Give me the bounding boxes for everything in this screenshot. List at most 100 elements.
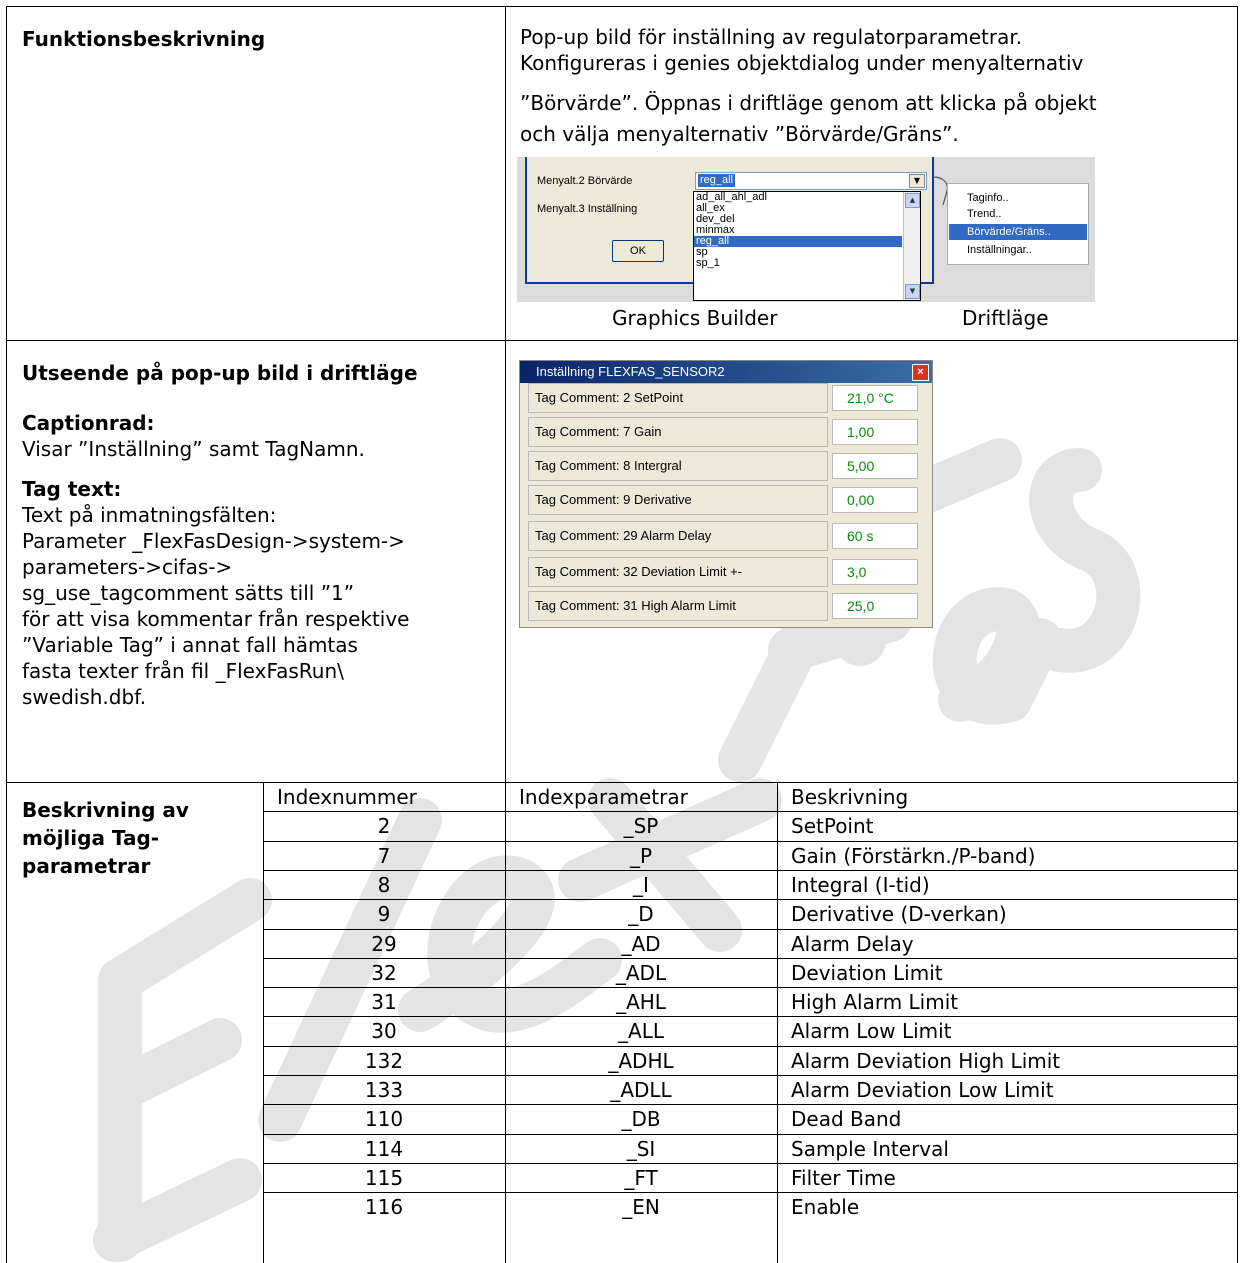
table-border-top <box>6 6 1238 7</box>
table-cell-parameter: _D <box>628 902 654 926</box>
param-label: Tag Comment: 32 Deviation Limit +- <box>528 557 828 587</box>
table-cell-index: 9 <box>377 902 391 926</box>
param-value-input[interactable]: 5,00 <box>832 453 918 479</box>
scroll-up-icon[interactable]: ▲ <box>905 193 920 208</box>
section-heading-beskrivning: parametrar <box>22 854 151 878</box>
table-cell-parameter: _AHL <box>616 990 666 1014</box>
document-page: Funktionsbeskrivning Pop-up bild för ins… <box>0 0 1243 1263</box>
table-cell-description: Alarm Deviation Low Limit <box>791 1078 1054 1102</box>
chevron-down-icon[interactable]: ▼ <box>909 174 925 188</box>
column-header-parameter: Indexparametrar <box>519 785 688 809</box>
close-icon[interactable]: × <box>912 364 929 381</box>
table-cell-description: SetPoint <box>791 814 874 838</box>
table-cell-index: 115 <box>364 1166 404 1190</box>
ok-button[interactable]: OK <box>612 240 664 262</box>
menu-item-installningar[interactable]: Inställningar.. <box>949 242 1087 258</box>
section-heading-beskrivning: möjliga Tag- <box>22 826 160 850</box>
row-divider-1 <box>6 340 1238 341</box>
table-cell-index: 32 <box>371 961 397 985</box>
combo-selected-value: reg_all <box>698 174 736 187</box>
scroll-down-icon[interactable]: ▼ <box>905 284 920 299</box>
table-cell-description: Deviation Limit <box>791 961 943 985</box>
table-cell-index: 8 <box>377 873 391 897</box>
table-cell-description: High Alarm Limit <box>791 990 959 1014</box>
list-item[interactable]: ad_all_ahl_adl <box>694 192 902 203</box>
table-cell-index: 116 <box>364 1195 404 1219</box>
param-row: Tag Comment: 32 Deviation Limit +- 3,0 <box>528 557 918 587</box>
table-cell-parameter: _DB <box>621 1107 661 1131</box>
installning-popup: Inställning FLEXFAS_SENSOR2 × Tag Commen… <box>519 360 933 628</box>
param-label: Tag Comment: 31 High Alarm Limit <box>528 591 828 621</box>
menyalt3-label: Menyalt.3 Inställning <box>537 203 638 215</box>
table-row-line <box>263 958 1237 959</box>
captionrad-heading: Captionrad: <box>22 411 155 435</box>
section-heading-funktion: Funktionsbeskrivning <box>22 27 266 51</box>
popup-title-bar[interactable]: Inställning FLEXFAS_SENSOR2 × <box>520 361 932 383</box>
table-cell-description: Filter Time <box>791 1166 896 1190</box>
list-item[interactable]: sp <box>694 247 902 258</box>
tagtext-line: parameters->cifas-> <box>22 555 233 579</box>
table-cell-index: 132 <box>364 1049 404 1073</box>
table-cell-parameter: _I <box>633 873 649 897</box>
desc-line: Konfigureras i genies objektdialog under… <box>520 51 1084 75</box>
dropdown-list[interactable]: ad_all_ahl_adl all_ex dev_del minmax reg… <box>693 191 921 301</box>
table-row-line <box>263 811 1237 812</box>
tagtext-line: för att visa kommentar från respektive <box>22 607 410 631</box>
table-cell-index: 2 <box>377 814 391 838</box>
table-cell-description: Dead Band <box>791 1107 902 1131</box>
param-value-input[interactable]: 60 s <box>832 523 918 549</box>
table-cell-parameter: _ADL <box>615 961 667 985</box>
table-cell-description: Alarm Low Limit <box>791 1019 952 1043</box>
table-row-line <box>263 1134 1237 1135</box>
param-value-input[interactable]: 25,0 <box>832 593 918 619</box>
caption-driftlage: Driftläge <box>962 306 1049 330</box>
captionrad-text: Visar ”Inställning” samt TagNamn. <box>22 437 365 461</box>
param-label: Tag Comment: 8 Intergral <box>528 451 828 481</box>
table-border-right <box>1237 6 1238 1263</box>
table-row-line <box>263 899 1237 900</box>
table-cell-index: 114 <box>364 1137 404 1161</box>
table-cell-parameter: _AD <box>621 932 661 956</box>
list-item-selected[interactable]: reg_all <box>694 236 902 247</box>
table-cell-description: Integral (I-tid) <box>791 873 930 897</box>
table-cell-parameter: _FT <box>624 1166 658 1190</box>
table-row-line <box>263 929 1237 930</box>
table-cell-description: Gain (Förstärkn./P-band) <box>791 844 1036 868</box>
menu-item-taginfo[interactable]: Taginfo.. <box>949 190 1087 206</box>
table-cell-description: Enable <box>791 1195 860 1219</box>
list-item[interactable]: sp_1 <box>694 258 902 269</box>
table-row-line <box>263 1192 1237 1193</box>
section-heading-beskrivning: Beskrivning av <box>22 798 189 822</box>
table-cell-parameter: _SI <box>626 1137 656 1161</box>
param-row: Tag Comment: 31 High Alarm Limit 25,0 <box>528 591 918 621</box>
table-cell-parameter: _P <box>629 844 653 868</box>
tagtext-line: Text på inmatningsfälten: <box>22 503 277 527</box>
param-row: Tag Comment: 9 Derivative 0,00 <box>528 485 918 515</box>
table-cell-description: Alarm Deviation High Limit <box>791 1049 1061 1073</box>
graphics-builder-screenshot: Menyalt.2 Börvärde Menyalt.3 Inställning… <box>517 157 1095 302</box>
param-value-input[interactable]: 21,0 °C <box>832 385 918 411</box>
menu-item-borvarde[interactable]: Börvärde/Gräns.. <box>949 224 1087 240</box>
param-value-input[interactable]: 0,00 <box>832 487 918 513</box>
table-cell-index: 29 <box>371 932 397 956</box>
table-cell-index: 30 <box>371 1019 397 1043</box>
param-row: Tag Comment: 7 Gain 1,00 <box>528 417 918 447</box>
param-value-input[interactable]: 3,0 <box>832 559 918 585</box>
table-cell-parameter: _EN <box>622 1195 660 1219</box>
row-divider-2 <box>6 782 1238 783</box>
table-cell-index: 31 <box>371 990 397 1014</box>
table-cell-description: Alarm Delay <box>791 932 914 956</box>
popup-title: Inställning FLEXFAS_SENSOR2 <box>536 364 725 379</box>
param-row: Tag Comment: 8 Intergral 5,00 <box>528 451 918 481</box>
desc-line: och välja menyalternativ ”Börvärde/Gräns… <box>520 122 959 146</box>
table-cell-description: Sample Interval <box>791 1137 949 1161</box>
menu-item-trend[interactable]: Trend.. <box>949 206 1087 222</box>
table-row-line <box>263 1016 1237 1017</box>
column-header-description: Beskrivning <box>791 785 909 809</box>
param-row: Tag Comment: 2 SetPoint 21,0 °C <box>528 383 918 413</box>
menyalt2-combo[interactable]: reg_all ▼ <box>695 172 927 190</box>
section-heading-utseende: Utseende på pop-up bild i driftläge <box>22 361 418 385</box>
list-scrollbar[interactable]: ▲ ▼ <box>903 192 920 300</box>
param-value-input[interactable]: 1,00 <box>832 419 918 445</box>
table-row-line <box>263 1075 1237 1076</box>
